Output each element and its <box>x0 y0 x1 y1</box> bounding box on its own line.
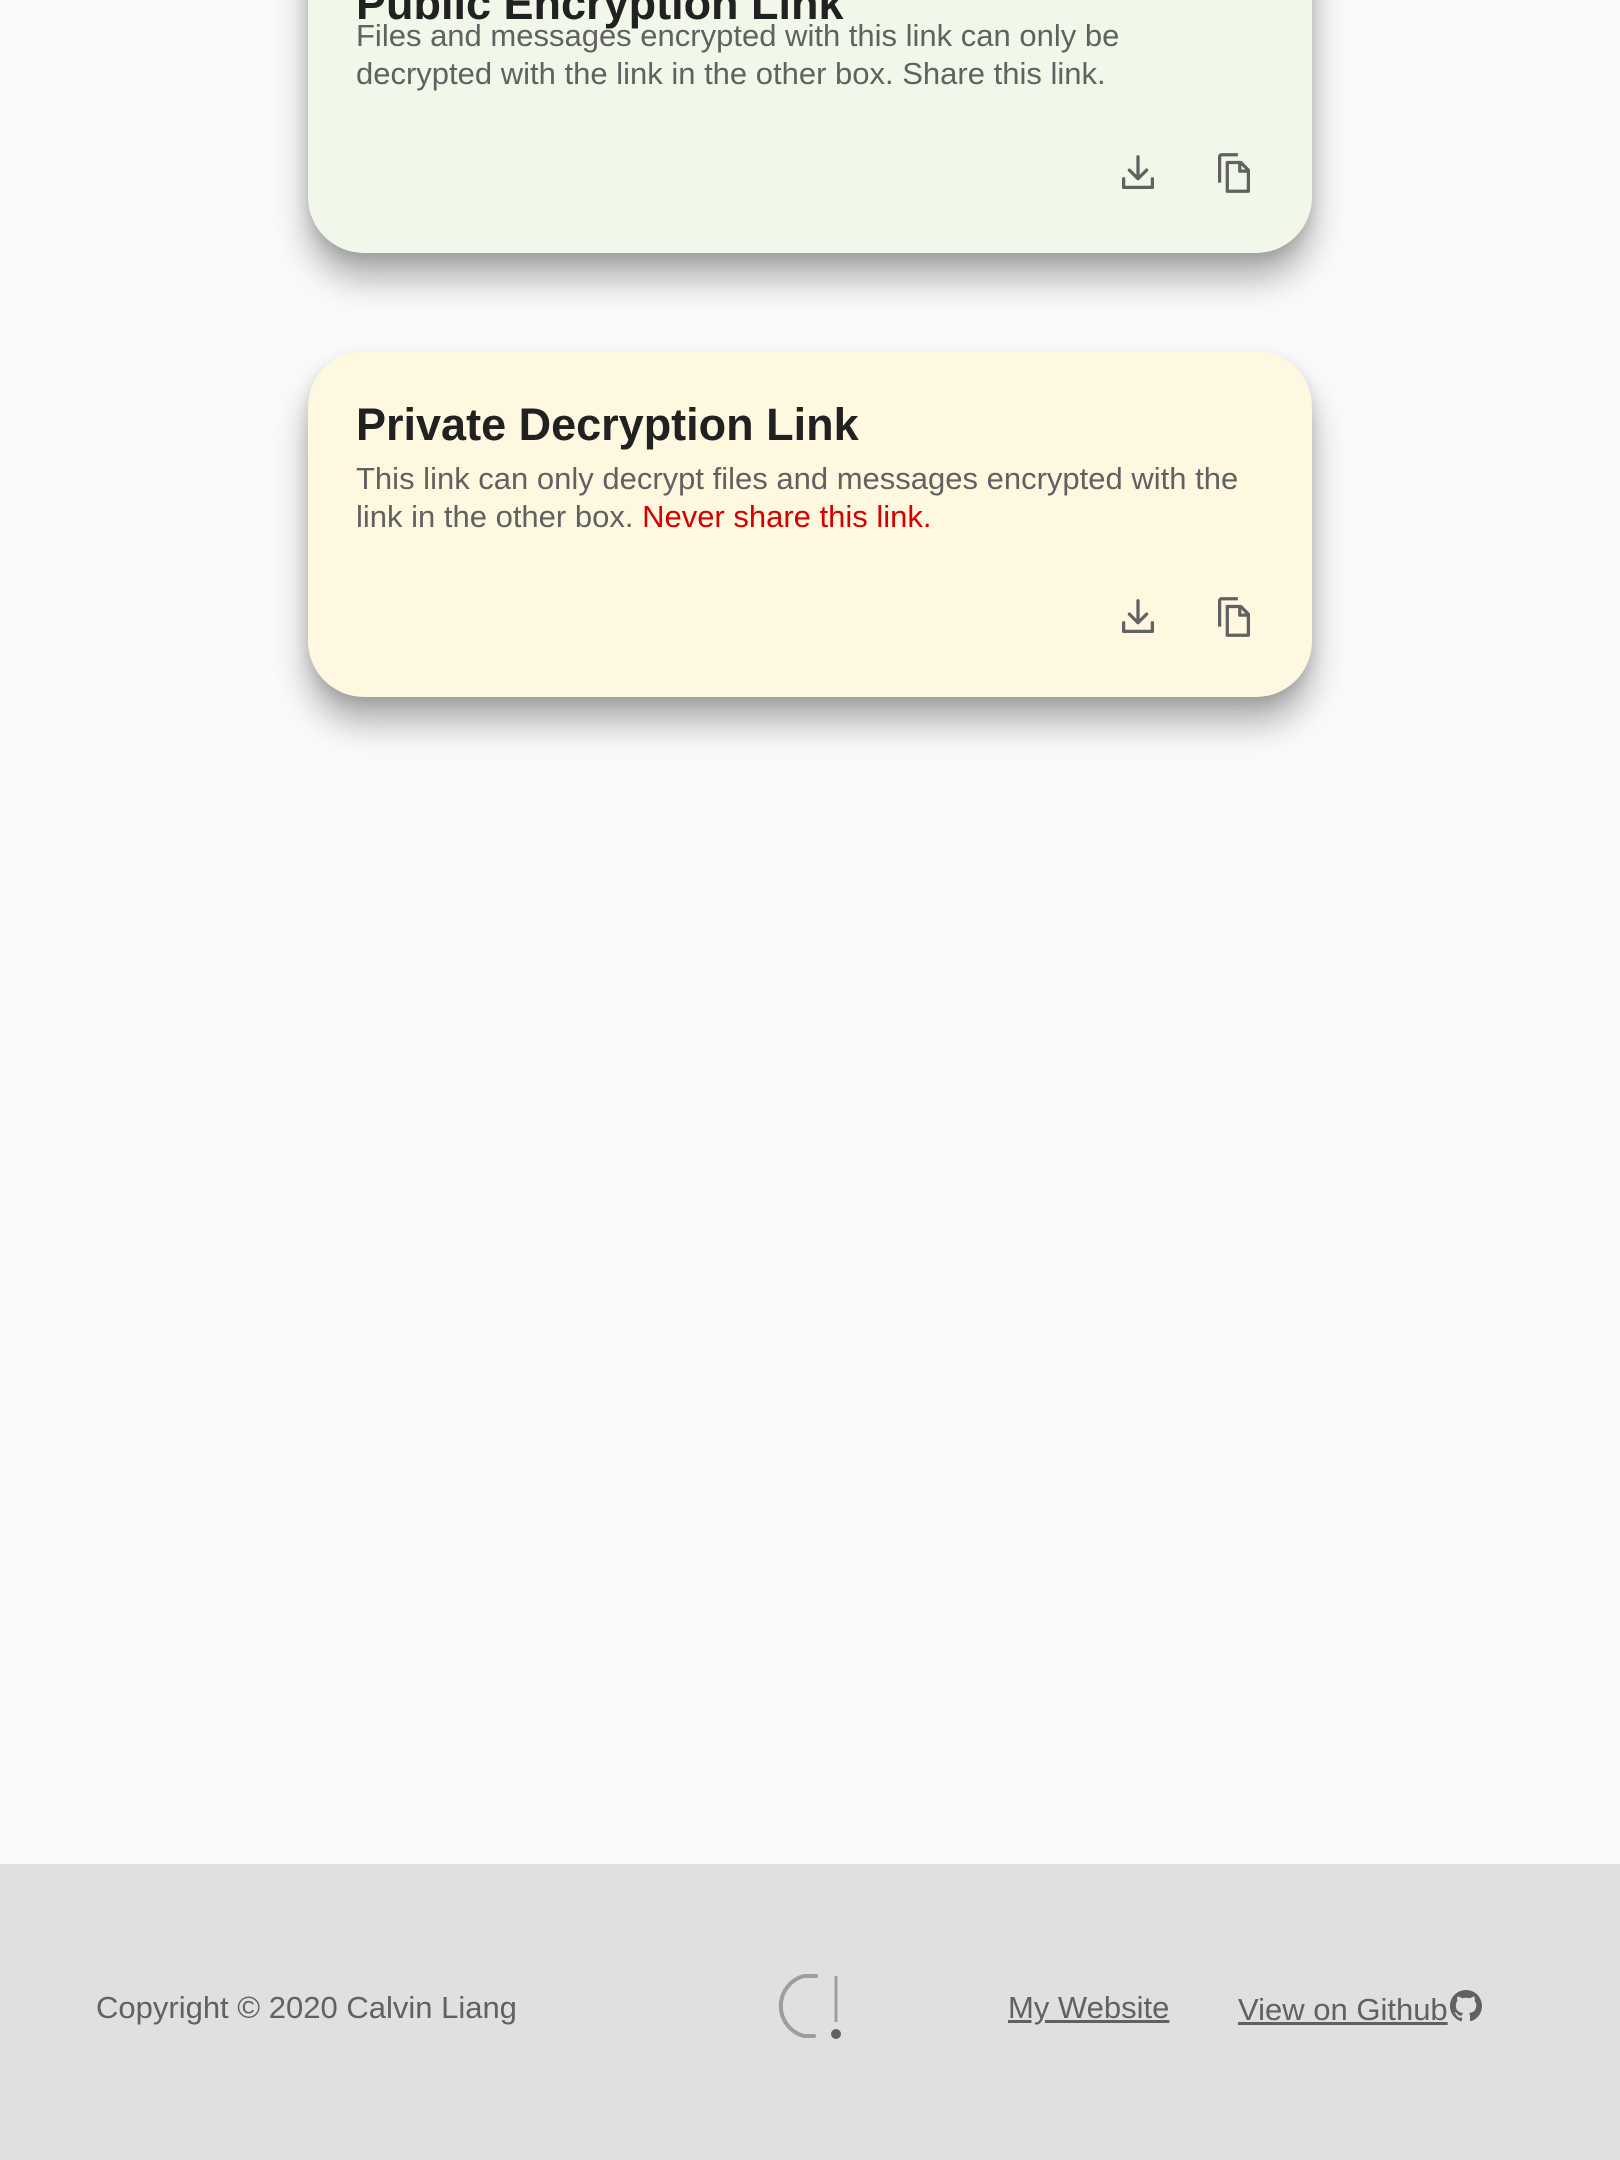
github-link[interactable]: View on Github <box>1238 1990 1482 2028</box>
private-decryption-card: Private Decryption Link This link can on… <box>308 351 1312 697</box>
download-button[interactable] <box>1108 143 1168 203</box>
copy-button[interactable] <box>1204 587 1264 647</box>
card-actions <box>1108 143 1264 203</box>
download-icon <box>1121 155 1155 190</box>
card-actions <box>1108 587 1264 647</box>
download-button[interactable] <box>1108 587 1168 647</box>
warning-text: Never share this link. <box>642 499 932 534</box>
copyright-text: Copyright © 2020 Calvin Liang <box>96 1990 517 2025</box>
copy-icon <box>1217 153 1251 193</box>
my-website-link[interactable]: My Website <box>1008 1990 1169 2026</box>
app-logo-icon <box>778 1974 841 2039</box>
main-content: Public Encryption Link Files and message… <box>0 0 1620 1864</box>
github-icon <box>1449 1990 1482 2022</box>
public-encryption-card: Public Encryption Link Files and message… <box>308 0 1312 253</box>
copy-button[interactable] <box>1204 143 1264 203</box>
card-description: Files and messages encrypted with this l… <box>356 18 1120 91</box>
download-icon <box>1121 599 1155 634</box>
copy-icon <box>1217 597 1251 637</box>
card-title: Private Decryption Link <box>356 399 859 450</box>
card-description: This link can only decrypt files and mes… <box>356 460 1256 536</box>
github-link-label: View on Github <box>1238 1992 1448 2027</box>
